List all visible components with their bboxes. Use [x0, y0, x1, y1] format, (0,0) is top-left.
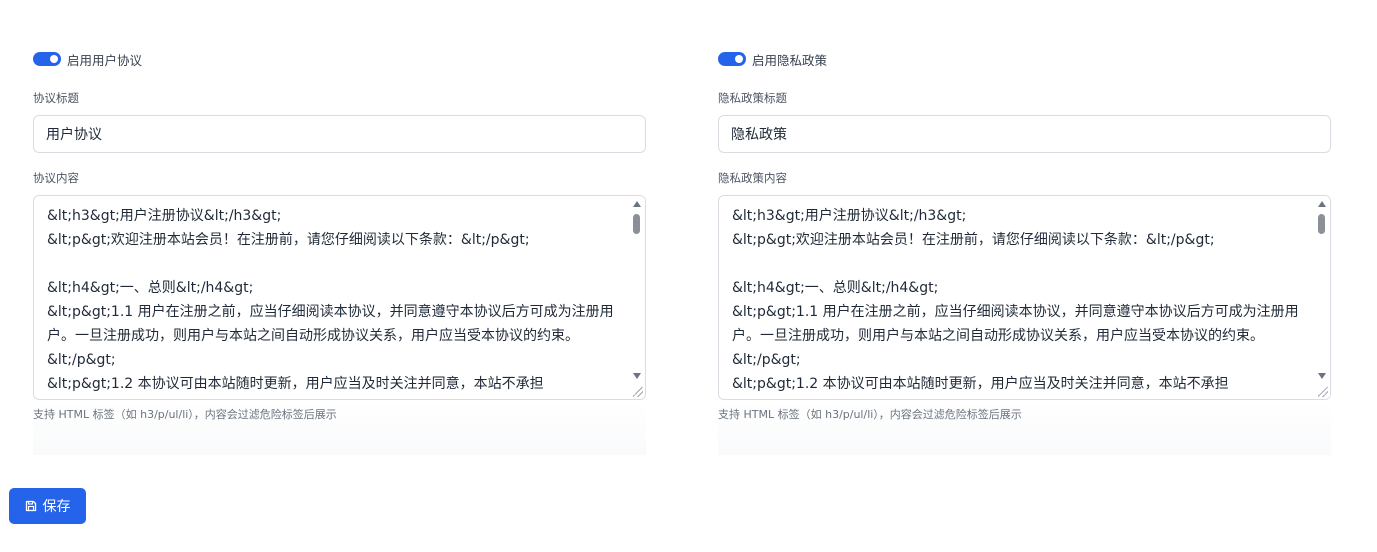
privacy-title-input[interactable] — [718, 115, 1331, 153]
switch-knob — [735, 55, 743, 63]
save-button[interactable]: 保存 — [9, 488, 86, 524]
agreement-title-label: 协议标题 — [33, 91, 79, 105]
user-agreement-switch[interactable] — [33, 52, 61, 66]
scroll-up-arrow-icon[interactable] — [633, 201, 641, 207]
user-agreement-toggle-label: 启用用户协议 — [67, 52, 143, 68]
privacy-policy-panel: 启用隐私政策 隐私政策标题 隐私政策内容 &lt;h3&gt;用户注册协议&lt… — [718, 0, 1331, 455]
save-icon — [25, 500, 36, 512]
agreement-content-scrollbar[interactable] — [629, 196, 645, 399]
agreement-content-label: 协议内容 — [33, 171, 79, 185]
privacy-content-box: &lt;h3&gt;用户注册协议&lt;/h3&gt; &lt;p&gt;欢迎注… — [718, 195, 1331, 400]
scrollbar-thumb[interactable] — [1318, 214, 1325, 234]
agreement-content-textarea[interactable]: &lt;h3&gt;用户注册协议&lt;/h3&gt; &lt;p&gt;欢迎注… — [34, 196, 630, 399]
resize-grip-icon[interactable] — [633, 387, 643, 397]
scroll-up-arrow-icon[interactable] — [1318, 201, 1326, 207]
agreement-title-input[interactable] — [33, 115, 646, 153]
privacy-policy-toggle-label: 启用隐私政策 — [752, 52, 828, 68]
privacy-policy-toggle-row: 启用隐私政策 — [718, 51, 828, 68]
scrollbar-thumb[interactable] — [633, 214, 640, 234]
switch-knob — [50, 55, 58, 63]
privacy-policy-switch[interactable] — [718, 52, 746, 66]
settings-page: 启用用户协议 协议标题 协议内容 &lt;h3&gt;用户注册协议&lt;/h3… — [0, 0, 1377, 552]
agreement-help-text: 支持 HTML 标签（如 h3/p/ul/li），内容会过滤危险标签后展示 — [33, 408, 337, 421]
resize-grip-icon[interactable] — [1318, 387, 1328, 397]
privacy-content-label: 隐私政策内容 — [718, 171, 787, 185]
privacy-content-textarea[interactable]: &lt;h3&gt;用户注册协议&lt;/h3&gt; &lt;p&gt;欢迎注… — [719, 196, 1315, 399]
agreement-content-box: &lt;h3&gt;用户注册协议&lt;/h3&gt; &lt;p&gt;欢迎注… — [33, 195, 646, 400]
user-agreement-toggle-row: 启用用户协议 — [33, 51, 143, 68]
privacy-title-label: 隐私政策标题 — [718, 91, 787, 105]
user-agreement-panel: 启用用户协议 协议标题 协议内容 &lt;h3&gt;用户注册协议&lt;/h3… — [33, 0, 646, 455]
privacy-content-scrollbar[interactable] — [1314, 196, 1330, 399]
scroll-down-arrow-icon[interactable] — [1318, 373, 1326, 379]
save-button-label: 保存 — [42, 499, 71, 515]
scroll-down-arrow-icon[interactable] — [633, 373, 641, 379]
privacy-help-text: 支持 HTML 标签（如 h3/p/ul/li），内容会过滤危险标签后展示 — [718, 408, 1022, 421]
